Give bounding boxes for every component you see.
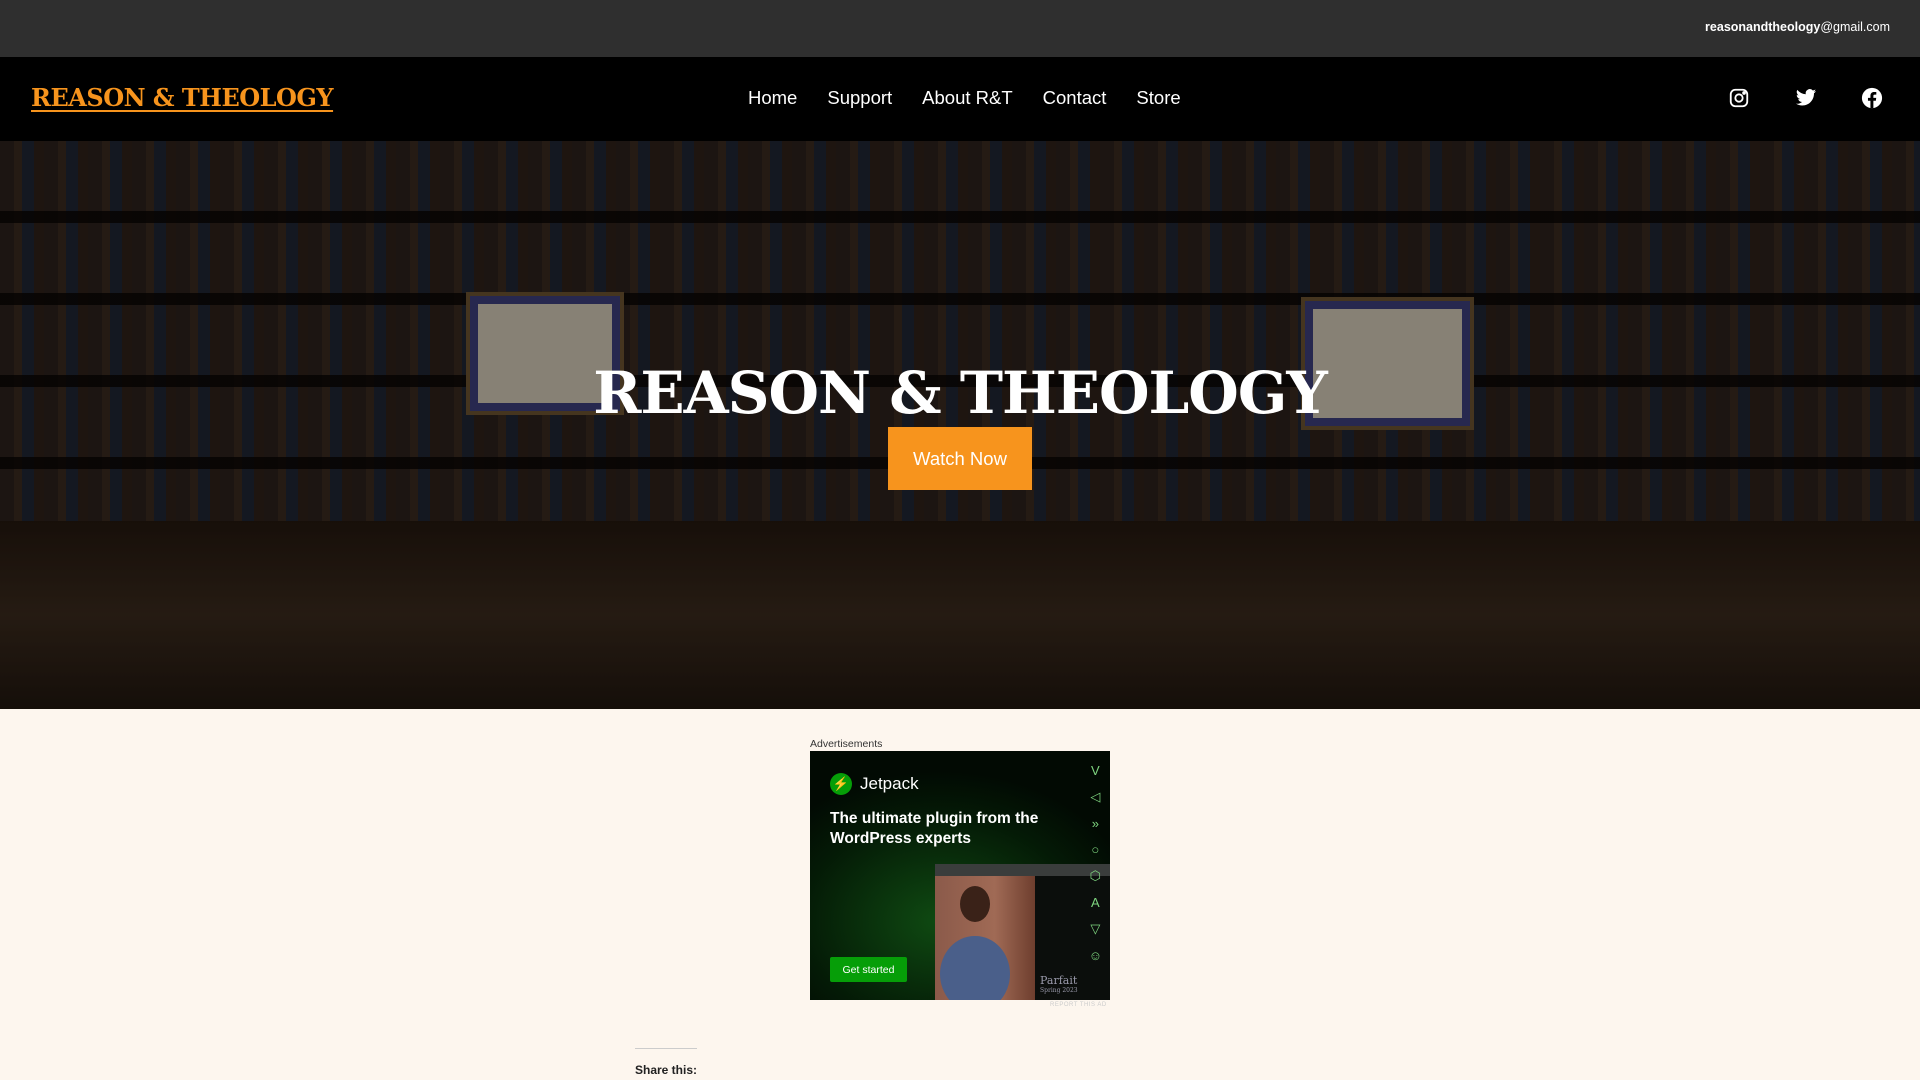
email-link[interactable]: reasonandtheology@gmail.com	[1705, 20, 1890, 34]
users-icon: ☺	[1088, 948, 1102, 963]
ad-brand: Jetpack	[860, 774, 919, 793]
main-nav: REASON & THEOLOGY Home Support About R&T…	[0, 57, 1920, 141]
nav-store[interactable]: Store	[1136, 87, 1180, 109]
email-user: reasonandtheology	[1705, 20, 1821, 34]
bolt-icon: ⚡	[830, 773, 852, 795]
nav-menu: Home Support About R&T Contact Store	[748, 87, 1181, 109]
nav-contact[interactable]: Contact	[1043, 87, 1107, 109]
facebook-icon[interactable]	[1861, 87, 1883, 109]
search-icon: ○	[1091, 842, 1100, 857]
get-started-button[interactable]: Get started	[830, 957, 907, 982]
site-logo[interactable]: REASON & THEOLOGY	[31, 83, 334, 112]
megaphone-icon: ◁	[1090, 789, 1101, 804]
jetpack-ad[interactable]: ⚡ Jetpack The ultimate plugin from the Wo…	[810, 751, 1110, 1000]
nav-support[interactable]: Support	[827, 87, 892, 109]
nav-about[interactable]: About R&T	[922, 87, 1013, 109]
ad-headline: The ultimate plugin from the WordPress e…	[830, 810, 1039, 847]
watch-now-button[interactable]: Watch Now	[888, 427, 1032, 490]
instagram-icon[interactable]	[1728, 87, 1750, 109]
divider	[635, 1048, 697, 1049]
ad-caption-sub: Spring 2023	[1040, 987, 1078, 994]
email-domain: @gmail.com	[1820, 20, 1890, 34]
font-icon: A	[1091, 895, 1100, 910]
hero-title: REASON & THEOLOGY	[593, 359, 1328, 427]
top-bar: reasonandtheology@gmail.com	[0, 0, 1920, 57]
ad-caption: Parfait	[1040, 974, 1078, 987]
ad-photo	[935, 876, 1035, 1000]
share-heading: Share this:	[635, 1063, 698, 1077]
shield-icon: ⬡	[1089, 868, 1102, 883]
nav-home[interactable]: Home	[748, 87, 797, 109]
vaultpress-icon: V	[1091, 763, 1100, 778]
ad-feature-icons: V ◁ » ○ ⬡ A ▽ ☺	[1089, 763, 1102, 963]
jetpack-logo: ⚡ Jetpack	[830, 773, 919, 795]
twitter-icon[interactable]	[1795, 87, 1817, 109]
ad-browser-window: Parfait Spring 2023	[935, 864, 1110, 1000]
report-ad-link[interactable]: REPORT THIS AD	[1050, 1002, 1107, 1008]
videopress-icon: ▽	[1090, 921, 1101, 936]
hero-banner: REASON & THEOLOGY Watch Now	[0, 141, 1920, 709]
chevrons-icon: »	[1091, 816, 1099, 831]
ad-label: Advertisements	[810, 738, 883, 750]
